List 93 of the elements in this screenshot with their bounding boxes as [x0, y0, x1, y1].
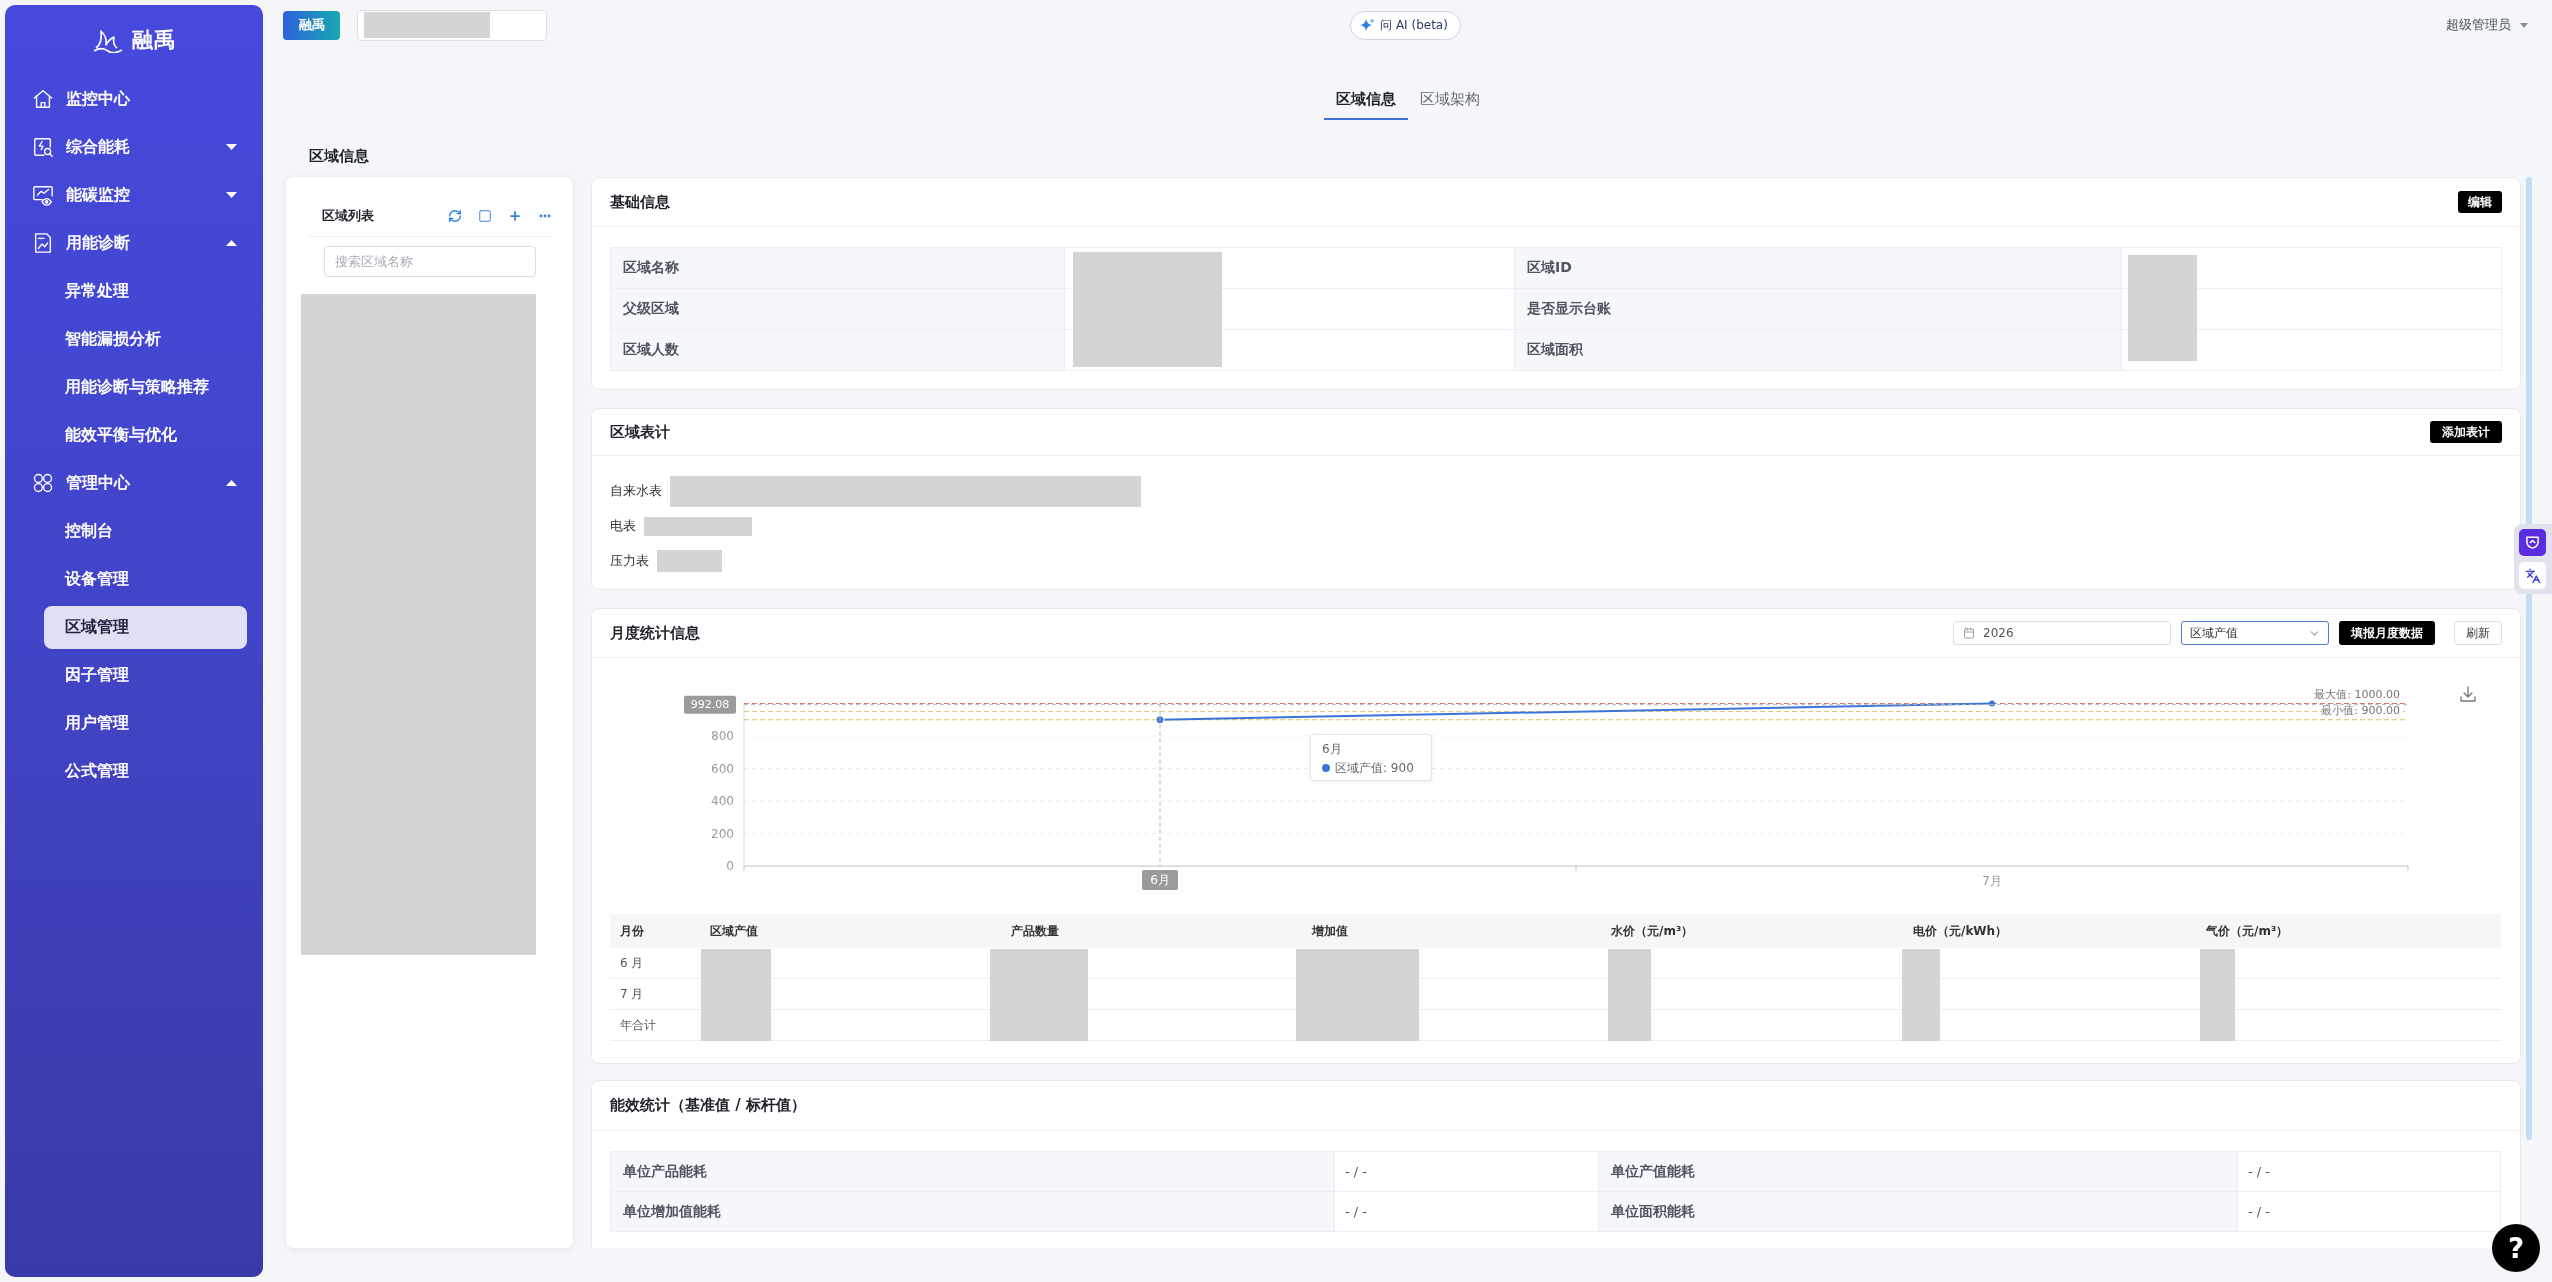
column-header: 区域产值 — [700, 914, 1001, 948]
logo-text: 融禹 — [131, 27, 176, 54]
menu-item[interactable]: 监控中心 — [5, 75, 263, 123]
y-axis-label: 600 — [711, 761, 734, 776]
table-cell: 7 月 — [610, 979, 700, 1010]
column-header: 增加值 — [1302, 914, 1601, 948]
brand-button[interactable]: 融禹 — [283, 10, 340, 40]
axis-pointer-label: 992.08 — [684, 695, 736, 714]
panel-title: 区域列表 — [322, 207, 375, 225]
four-circles-icon — [32, 472, 54, 494]
menu-item[interactable]: 能碳监控 — [5, 171, 263, 219]
metric-label: 单位产品能耗 — [611, 1152, 1335, 1192]
search-field[interactable]: 搜索区域名称 — [324, 246, 536, 277]
meter-label: 电表 — [610, 517, 636, 535]
translate-icon[interactable] — [2519, 562, 2546, 589]
metric-value: - / - — [2238, 1192, 2501, 1232]
download-icon[interactable] — [2460, 686, 2476, 702]
submenu-item[interactable]: 用能诊断与策略推荐 — [44, 365, 247, 409]
reference-line-label: 最小值: 900.00 — [2321, 704, 2403, 718]
field-label: 区域面积 — [1515, 330, 2122, 371]
y-axis-label: 800 — [711, 729, 734, 743]
table-cell: 6 月 — [610, 948, 700, 979]
column-header: 月份 — [610, 914, 700, 948]
caret-down-icon — [2520, 22, 2528, 28]
submenu-item[interactable]: 用户管理 — [44, 701, 247, 745]
metric-value: - / - — [2238, 1152, 2501, 1192]
user-menu[interactable]: 超级管理员 — [2446, 16, 2528, 34]
tooltip-title: 6月 — [1322, 741, 1342, 757]
card-title: 能效统计（基准值 / 标杆值） — [610, 1096, 806, 1115]
tab[interactable]: 区域信息 — [1323, 80, 1408, 120]
submenu-item[interactable]: 设备管理 — [44, 557, 247, 601]
metric-label: 单位增加值能耗 — [611, 1192, 1335, 1232]
magnifier-frame-icon — [32, 136, 54, 158]
metric-select[interactable]: 区域产值 — [2181, 621, 2329, 645]
refresh-icon[interactable] — [448, 209, 462, 223]
meter-label: 压力表 — [610, 552, 649, 570]
submenu-item[interactable]: 能效平衡与优化 — [44, 413, 247, 457]
submenu-item[interactable]: 因子管理 — [44, 653, 247, 697]
data-point[interactable] — [1155, 715, 1165, 725]
field-label: 区域ID — [1515, 248, 2122, 289]
report-button[interactable]: 填报月度数据 — [2339, 621, 2435, 645]
calendar-icon — [1963, 627, 1975, 639]
submenu-item[interactable]: 控制台 — [44, 509, 247, 553]
sparkle-icon — [1360, 17, 1376, 33]
data-point[interactable] — [1989, 700, 1995, 707]
ask-ai-button[interactable]: 问 AI (beta) — [1350, 10, 1461, 40]
metric-label: 单位产值能耗 — [1599, 1152, 2238, 1192]
scrollbar[interactable] — [2526, 177, 2532, 1140]
metric-label: 单位面积能耗 — [1599, 1192, 2238, 1232]
edit-button[interactable]: 编辑 — [2458, 191, 2502, 213]
reference-line-label: 最大值: 1000.00 — [2314, 688, 2403, 701]
table-cell: 年合计 — [610, 1010, 700, 1041]
shield-icon[interactable] — [2519, 529, 2546, 556]
monitor-chart-icon — [32, 184, 54, 206]
y-axis-label: 200 — [711, 826, 734, 841]
card-title: 月度统计信息 — [610, 623, 700, 643]
field-label: 是否显示台账 — [1515, 289, 2122, 330]
y-axis-label: 400 — [711, 794, 734, 808]
card-title: 基础信息 — [610, 192, 670, 212]
submenu-item[interactable]: 异常处理 — [44, 269, 247, 313]
y-axis-label: 0 — [726, 859, 734, 873]
page-title: 区域信息 — [309, 146, 369, 167]
card-title: 区域表计 — [610, 422, 670, 442]
submenu-item[interactable]: 公式管理 — [44, 749, 247, 793]
menu-item[interactable]: 管理中心 — [5, 459, 263, 507]
refresh-button[interactable]: 刷新 — [2454, 621, 2502, 645]
column-header: 产品数量 — [1001, 914, 1302, 948]
help-button[interactable]: ? — [2492, 1224, 2540, 1272]
field-label: 父级区域 — [611, 289, 1065, 330]
plus-icon[interactable] — [508, 209, 522, 223]
column-header: 水价（元/m³） — [1601, 914, 1903, 948]
redaction-block — [657, 550, 722, 572]
column-header: 电价（元/kWh） — [1903, 914, 2196, 948]
add-meter-button[interactable]: 添加表计 — [2430, 421, 2502, 443]
menu-item[interactable]: 用能诊断 — [5, 219, 263, 267]
submenu-item[interactable]: 区域管理 — [44, 605, 247, 649]
home-icon — [32, 88, 54, 110]
x-axis-label: 7月 — [1982, 874, 2002, 888]
tab[interactable]: 区域架构 — [1407, 80, 1492, 120]
square-icon[interactable] — [478, 209, 492, 223]
x-tick-label: 6月 — [1150, 873, 1170, 887]
document-chart-icon — [32, 232, 54, 254]
year-picker[interactable]: 2026 — [1953, 621, 2171, 645]
column-header: 气价（元/m³） — [2196, 914, 2501, 948]
menu-item[interactable]: 综合能耗 — [5, 123, 263, 171]
logo-icon — [92, 27, 123, 53]
axis-pointer-label: 6月 — [1142, 870, 1178, 890]
tooltip-text: 区域产值: 900 — [1335, 760, 1414, 776]
header-field[interactable] — [357, 9, 547, 41]
meter-label: 自来水表 — [610, 482, 662, 500]
field-label: 区域人数 — [611, 330, 1065, 371]
submenu-item[interactable]: 智能漏损分析 — [44, 317, 247, 361]
field-label: 区域名称 — [611, 248, 1065, 289]
